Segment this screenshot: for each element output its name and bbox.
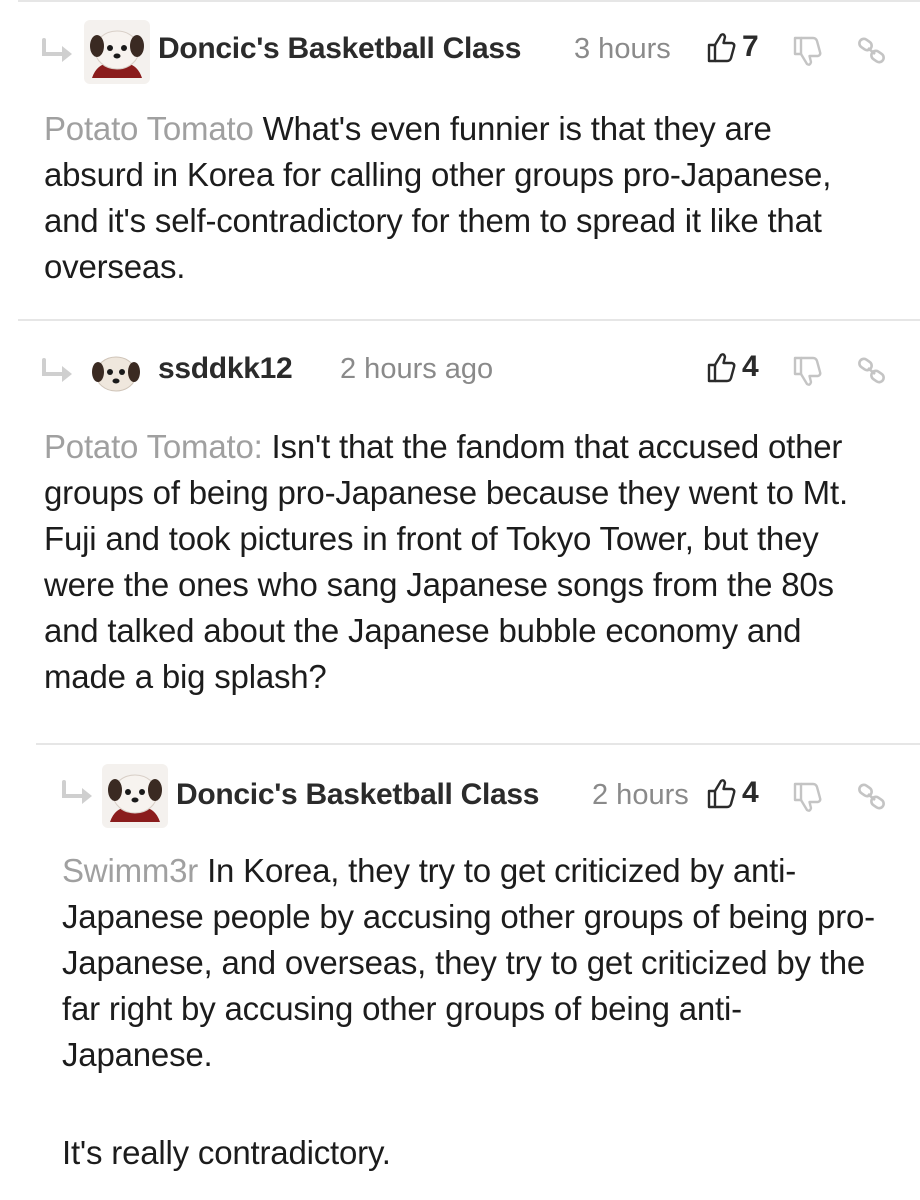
like-count: 7: [742, 30, 759, 63]
comment-text-continued: It's really contradictory.: [62, 1134, 391, 1171]
username[interactable]: ssddkk12: [158, 352, 293, 386]
thumbs-up-icon: [707, 353, 736, 383]
timestamp: 3 hours: [574, 33, 671, 65]
like-button[interactable]: 4: [706, 776, 759, 810]
avatar[interactable]: [102, 764, 168, 828]
thumbs-up-icon: [707, 33, 736, 63]
timestamp: 2 hours: [592, 779, 689, 811]
avatar[interactable]: [88, 350, 144, 396]
comment-3: Doncic's Basketball Class 2 hours 4 Swim…: [0, 744, 920, 1200]
mention[interactable]: Potato Tomato: [44, 110, 254, 147]
thumbs-down-icon[interactable]: [792, 36, 822, 68]
timestamp: 2 hours ago: [340, 353, 494, 385]
comment-text: Isn't that the fandom that accused other…: [44, 428, 848, 695]
link-icon[interactable]: [856, 782, 888, 812]
mention[interactable]: Swimm3r: [62, 852, 198, 889]
comment-body: Swimm3r In Korea, they try to get critic…: [62, 848, 892, 1078]
reply-arrow-icon: [42, 38, 72, 62]
thumbs-down-icon[interactable]: [792, 356, 822, 388]
username[interactable]: Doncic's Basketball Class: [158, 32, 521, 66]
link-icon[interactable]: [856, 356, 888, 386]
avatar[interactable]: [84, 20, 150, 84]
username[interactable]: Doncic's Basketball Class: [176, 778, 539, 812]
thumbs-down-icon[interactable]: [792, 782, 822, 814]
reply-arrow-icon: [42, 358, 72, 382]
comment-body: Potato Tomato: Isn't that the fandom tha…: [44, 424, 874, 700]
puppy-avatar-icon: [84, 20, 150, 84]
puppy-avatar-icon: [88, 350, 144, 396]
comment-2: ssddkk12 2 hours ago 4 Potato Tomato: Is…: [0, 320, 920, 734]
like-count: 4: [742, 776, 759, 809]
link-icon[interactable]: [856, 36, 888, 66]
mention[interactable]: Potato Tomato:: [44, 428, 263, 465]
like-count: 4: [742, 350, 759, 383]
comment-1: Doncic's Basketball Class 3 hours 7 Pota…: [0, 0, 920, 320]
thumbs-up-icon: [707, 779, 736, 809]
reply-arrow-icon: [62, 780, 92, 804]
like-button[interactable]: 4: [706, 350, 759, 384]
comment-body: Potato Tomato What's even funnier is tha…: [44, 106, 864, 290]
puppy-avatar-icon: [102, 764, 168, 828]
like-button[interactable]: 7: [706, 30, 759, 64]
